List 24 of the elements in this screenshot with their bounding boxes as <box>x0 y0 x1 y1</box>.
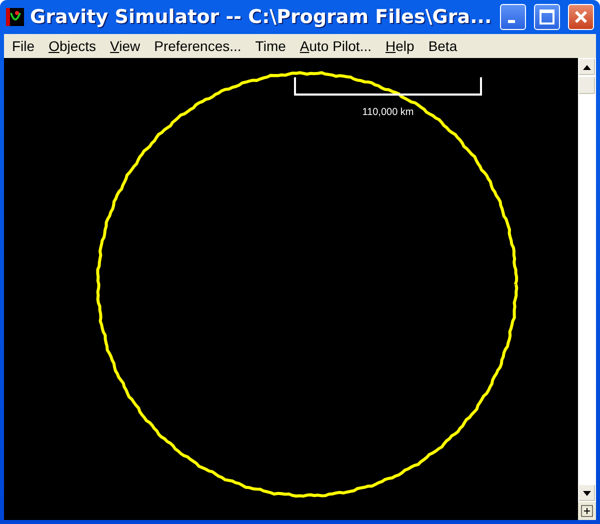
vertical-scrollbar[interactable] <box>578 58 596 520</box>
window-title: Gravity Simulator -- C:\Program Files\Gra... <box>30 6 493 28</box>
maximize-icon <box>539 9 555 25</box>
scroll-thumb[interactable] <box>578 76 596 95</box>
menu-item[interactable]: Objects <box>44 38 104 54</box>
menu-item[interactable]: Auto Pilot... <box>296 38 380 54</box>
up-arrow-icon <box>583 64 591 70</box>
menu-item[interactable]: View <box>106 38 148 54</box>
crosshair-icon[interactable] <box>581 505 593 517</box>
menu-item[interactable]: Time <box>251 38 294 54</box>
menu-item[interactable]: Preferences... <box>150 38 250 54</box>
scale-label: 110,000 km <box>362 106 414 118</box>
minimize-icon <box>508 20 515 23</box>
menu-item[interactable]: Help <box>382 38 422 54</box>
minimize-button[interactable] <box>500 4 526 30</box>
app-icon <box>6 8 24 26</box>
maximize-button[interactable] <box>534 4 560 30</box>
close-icon <box>573 9 589 25</box>
scroll-down-button[interactable] <box>578 484 596 502</box>
menu-item[interactable]: File <box>8 38 43 54</box>
close-button[interactable] <box>568 4 594 30</box>
scroll-up-button[interactable] <box>578 58 596 76</box>
down-arrow-icon <box>583 490 591 496</box>
menu-item[interactable]: Beta <box>424 38 466 54</box>
